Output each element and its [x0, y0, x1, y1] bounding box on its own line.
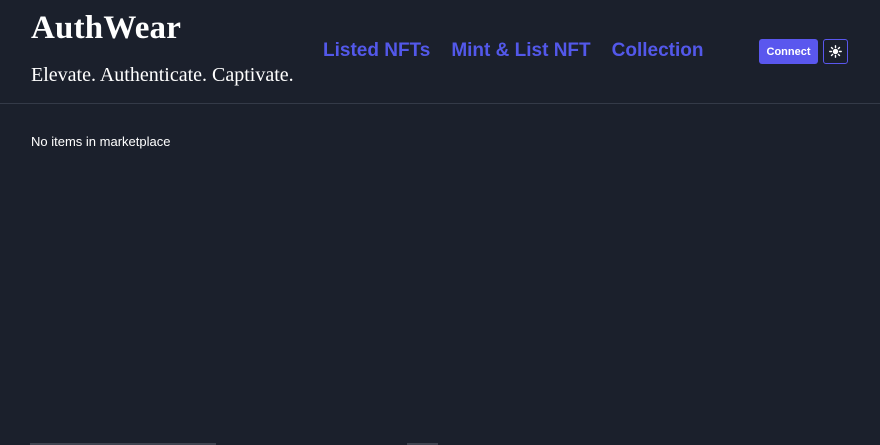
empty-marketplace-message: No items in marketplace	[31, 134, 171, 149]
site-header: AuthWear Elevate. Authenticate. Captivat…	[0, 0, 880, 104]
main-nav: Listed NFTs Mint & List NFT Collection	[323, 38, 703, 64]
nav-mint-list-nft[interactable]: Mint & List NFT	[451, 38, 590, 64]
nav-collection[interactable]: Collection	[612, 38, 704, 64]
theme-toggle-button[interactable]	[823, 39, 848, 64]
connect-button[interactable]: Connect	[759, 39, 818, 64]
brand-tagline: Elevate. Authenticate. Captivate.	[31, 64, 294, 86]
brand-title: AuthWear	[31, 10, 182, 46]
nav-listed-nfts[interactable]: Listed NFTs	[323, 38, 430, 64]
sun-icon	[829, 45, 842, 58]
